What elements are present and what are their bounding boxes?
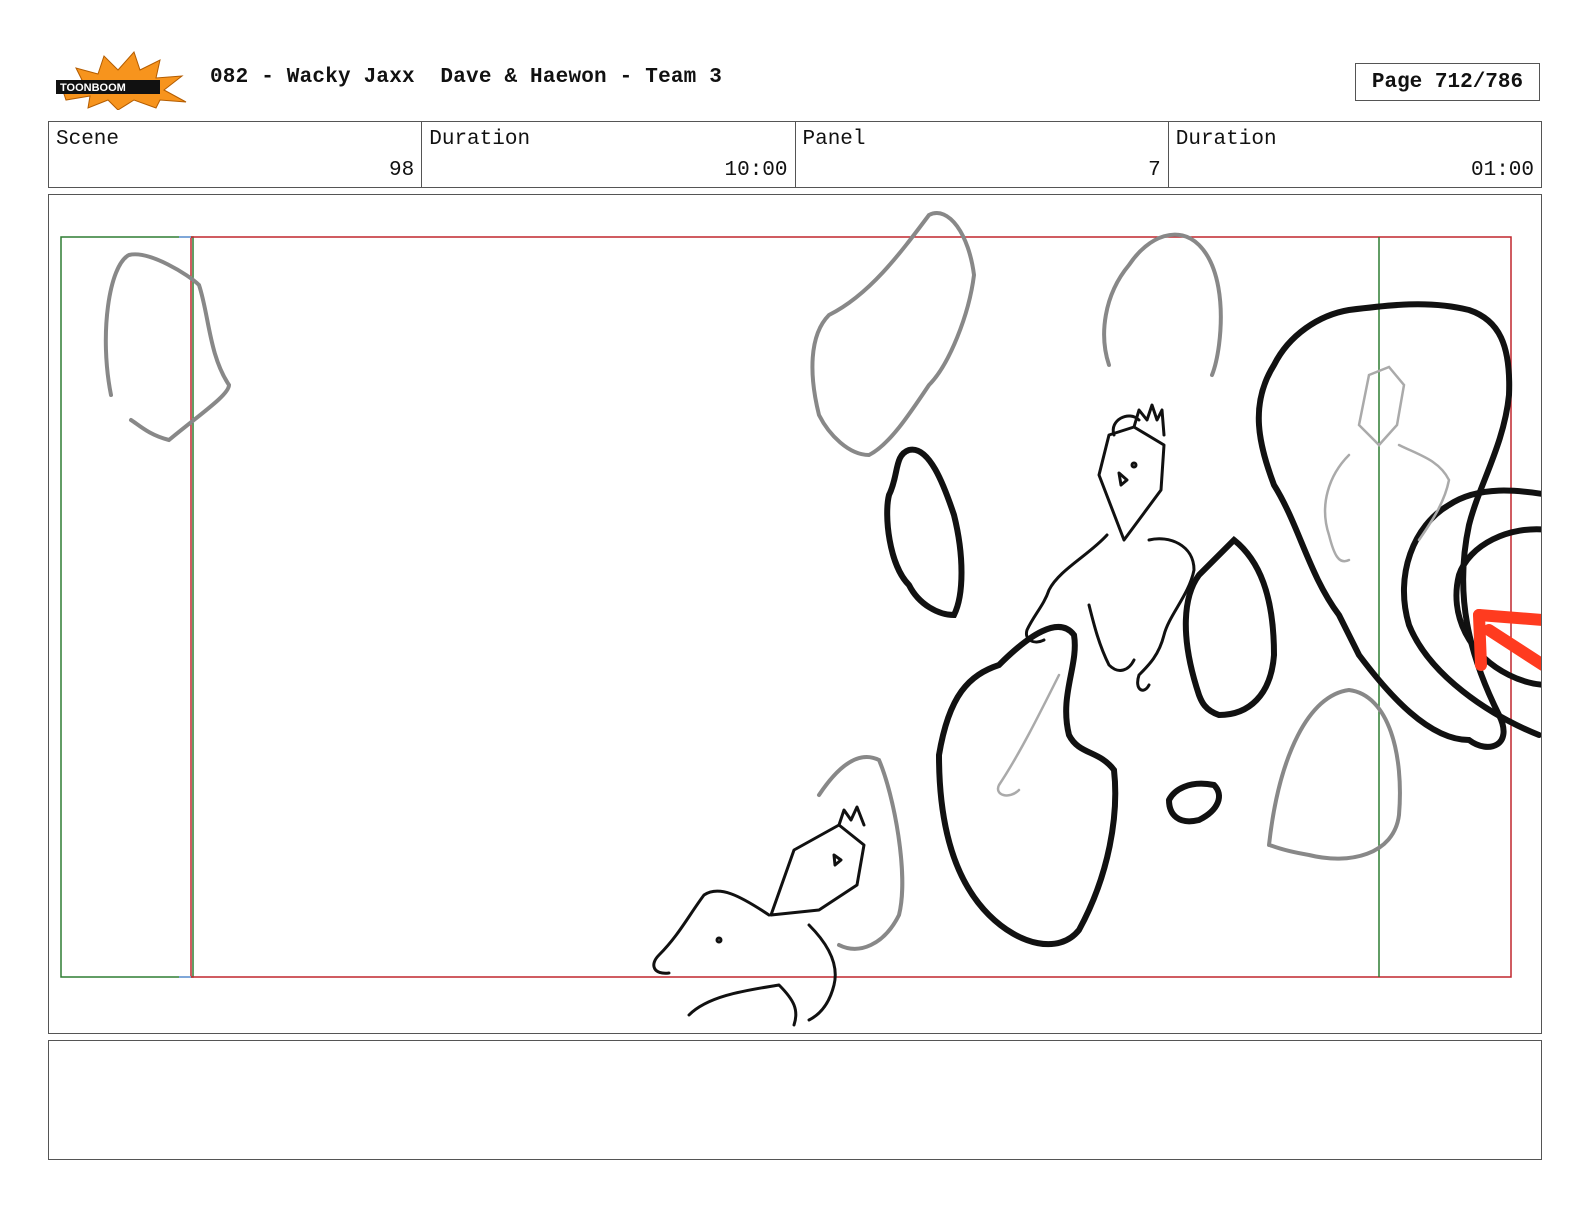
panel-sketch	[60, 211, 1541, 1027]
panel-duration-value: 01:00	[1470, 159, 1534, 182]
scene-duration-value: 10:00	[724, 159, 788, 182]
camera-frame-red	[190, 236, 1512, 978]
document-title: 082 - Wacky Jaxx Dave & Haewon - Team 3	[210, 66, 723, 89]
character-lower	[652, 805, 866, 1027]
scene-cell: Scene 98	[49, 122, 423, 187]
logo-text: TOONBOOM	[60, 82, 126, 94]
panel-duration-cell: Duration 01:00	[1169, 122, 1541, 187]
panel-notes[interactable]	[48, 1040, 1542, 1160]
gray-rocks	[103, 211, 1402, 951]
scene-value: 98	[389, 159, 415, 182]
camera-frame-start	[60, 236, 194, 978]
black-rocks	[884, 301, 1541, 948]
page-indicator: Page 712/786	[1355, 63, 1540, 101]
scene-label: Scene	[56, 128, 120, 151]
scene-duration-cell: Duration 10:00	[422, 122, 796, 187]
character-upper	[1024, 403, 1196, 692]
scene-info-row: Scene 98 Duration 10:00 Panel 7 Duration…	[48, 121, 1542, 188]
scene-duration-label: Duration	[429, 128, 531, 151]
panel-duration-label: Duration	[1175, 128, 1277, 151]
storyboard-panel	[48, 194, 1542, 1034]
panel-cell: Panel 7	[796, 122, 1169, 187]
panel-value: 7	[1148, 159, 1161, 182]
page-label: Page 712/786	[1371, 70, 1524, 94]
panel-label: Panel	[802, 128, 866, 151]
toonboom-logo: TOONBOOM	[52, 50, 188, 111]
